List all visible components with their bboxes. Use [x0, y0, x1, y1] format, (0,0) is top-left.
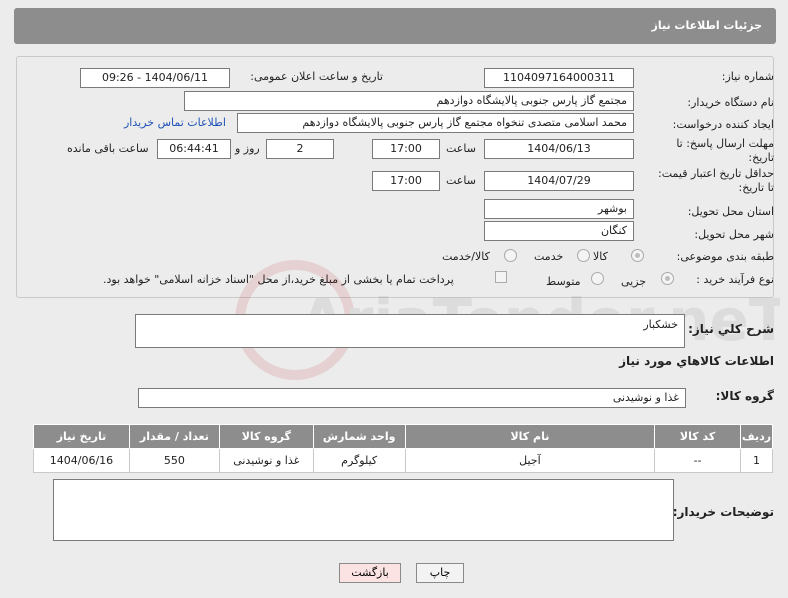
category-service-radio[interactable] [577, 249, 590, 262]
category-service-label: خدمت [534, 250, 564, 263]
page-header: جزئیات اطلاعات نیاز [14, 8, 776, 44]
price-validity-date-field[interactable]: 1404/07/29 [484, 171, 634, 191]
response-time-label: ساعت [446, 142, 476, 155]
items-table-header-row: ردیف کد کالا نام کالا واحد شمارش گروه کا… [33, 424, 773, 449]
goods-group-field[interactable]: غذا و نوشیدنی [138, 388, 686, 408]
purchase-medium-label: متوسط [546, 275, 581, 288]
col-name-header: نام کالا [404, 424, 656, 449]
remaining-time-field[interactable]: 06:44:41 [157, 139, 231, 159]
days-label: روز و [235, 142, 260, 155]
cell-date: 1404/06/16 [33, 448, 130, 473]
cell-code: -- [654, 448, 742, 473]
goods-section-title: اطلاعات کالاهاي مورد نياز [619, 354, 774, 368]
requester-field[interactable]: محمد اسلامی متصدی تنخواه مجتمع گاز پارس … [237, 113, 634, 133]
col-row-header: ردیف [740, 424, 773, 449]
print-button[interactable]: چاپ [416, 563, 464, 583]
buyer-org-label: نام دستگاه خریدار: [687, 96, 774, 109]
buyer-org-field[interactable]: مجتمع گاز پارس جنوبی پالایشگاه دوازدهم [184, 91, 634, 111]
cell-unit: کیلوگرم [312, 448, 406, 473]
requester-label: ایجاد کننده درخواست: [672, 118, 774, 131]
delivery-city-field[interactable]: کنگان [484, 221, 634, 241]
description-label: شرح کلي نياز: [688, 322, 774, 336]
response-deadline-label-1: مهلت ارسال پاسخ: تا [676, 137, 774, 150]
price-validity-label-2: تا تاریخ: [738, 181, 774, 194]
response-deadline-label-2: تاریخ: [748, 151, 774, 164]
back-button[interactable]: بازگشت [339, 563, 401, 583]
col-code-header: کد کالا [654, 424, 742, 449]
items-table: ردیف کد کالا نام کالا واحد شمارش گروه کا… [33, 424, 773, 473]
price-validity-label-1: حداقل تاریخ اعتبار قیمت: [658, 167, 774, 180]
need-number-label: شماره نیاز: [721, 70, 774, 83]
category-goods-service-label: کالا/خدمت [442, 250, 490, 263]
response-time-field[interactable]: 17:00 [372, 139, 440, 159]
buyer-contact-link[interactable]: اطلاعات تماس خریدار [124, 116, 226, 129]
buyer-notes-label: توضیحات خریدار: [672, 505, 774, 519]
treasury-payment-note: پرداخت تمام یا بخشی از مبلغ خرید،از محل … [103, 273, 454, 286]
col-quantity-header: تعداد / مقدار [128, 424, 220, 449]
response-date-field[interactable]: 1404/06/13 [484, 139, 634, 159]
cell-name: آجیل [404, 448, 656, 473]
price-validity-time-field[interactable]: 17:00 [372, 171, 440, 191]
category-goods-label: کالا [593, 250, 608, 263]
page-title: جزئیات اطلاعات نیاز [651, 19, 763, 32]
description-field[interactable]: خشکبار [135, 314, 685, 348]
description-text: خشکبار [643, 318, 678, 331]
category-goods-radio[interactable] [631, 249, 644, 262]
purchase-minor-label: جزیی [621, 275, 647, 288]
need-number-field[interactable]: 1104097164000311 [484, 68, 634, 88]
delivery-province-label: استان محل تحویل: [687, 205, 774, 218]
purchase-minor-radio[interactable] [661, 272, 674, 285]
price-validity-time-label: ساعت [446, 174, 476, 187]
col-unit-header: واحد شمارش [312, 424, 406, 449]
category-label: طبقه بندی موضوعی: [676, 250, 774, 263]
cell-row-number: 1 [740, 448, 773, 473]
cell-group: غذا و نوشیدنی [218, 448, 314, 473]
delivery-city-label: شهر محل تحویل: [694, 228, 774, 241]
table-row: 1 -- آجیل کیلوگرم غذا و نوشیدنی 550 1404… [33, 448, 773, 473]
category-goods-service-radio[interactable] [504, 249, 517, 262]
remaining-time-label: ساعت باقی مانده [67, 142, 149, 155]
goods-group-label: گروه کالا: [715, 389, 774, 403]
delivery-province-field[interactable]: بوشهر [484, 199, 634, 219]
announce-datetime-field[interactable]: 1404/06/11 - 09:26 [80, 68, 230, 88]
announce-datetime-label: تاریخ و ساعت اعلان عمومی: [250, 70, 383, 83]
treasury-payment-checkbox[interactable] [495, 271, 507, 283]
remaining-days-field[interactable]: 2 [266, 139, 334, 159]
purchase-medium-radio[interactable] [591, 272, 604, 285]
col-date-header: تاریخ نیاز [33, 424, 130, 449]
col-group-header: گروه کالا [218, 424, 314, 449]
purchase-type-label: نوع فرآیند خرید : [696, 273, 774, 286]
buyer-notes-field[interactable] [53, 479, 674, 541]
cell-quantity: 550 [128, 448, 220, 473]
